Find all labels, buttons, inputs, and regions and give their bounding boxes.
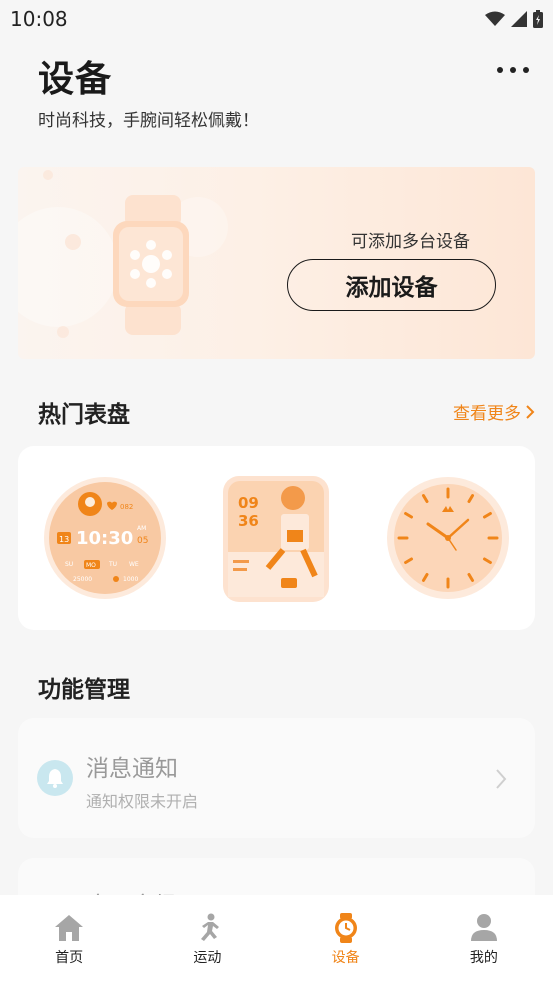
nav-label-device: 设备 bbox=[331, 950, 360, 966]
watch-faces-card: 082 13 10:30 AM 05 SU MO TU WE 25000 100… bbox=[18, 446, 535, 630]
features-title: 功能管理 bbox=[38, 677, 130, 703]
bottom-nav: 首页 运动 设备 我的 bbox=[0, 895, 553, 984]
face-steps: 25000 bbox=[73, 576, 92, 583]
hot-faces-title: 热门表盘 bbox=[38, 402, 130, 428]
more-dot-icon bbox=[497, 67, 503, 73]
face-minute: 36 bbox=[238, 512, 259, 530]
status-icons bbox=[485, 10, 543, 28]
nav-label-home: 首页 bbox=[55, 950, 84, 966]
notification-card[interactable]: 消息通知 通知权限未开启 bbox=[18, 718, 535, 838]
see-more-link[interactable]: 查看更多 bbox=[453, 399, 535, 424]
more-dot-icon bbox=[523, 67, 529, 73]
wifi-icon bbox=[485, 11, 505, 26]
watch-face-cartoon[interactable]: 09 36 bbox=[223, 476, 329, 602]
face-day-su: SU bbox=[65, 561, 73, 568]
runner-icon bbox=[201, 913, 220, 941]
notification-title: 消息通知 bbox=[86, 756, 178, 782]
nav-item-device[interactable]: 设备 bbox=[277, 895, 415, 984]
notification-subtitle: 通知权限未开启 bbox=[86, 792, 199, 811]
device-page: 10:08 设备 时尚科技，手腕间轻松佩戴！ 可添加多台设备 添加设备 热门表盘… bbox=[0, 0, 553, 984]
more-dot-icon bbox=[510, 67, 516, 73]
watch-face-digital[interactable]: 082 13 10:30 AM 05 SU MO TU WE 25000 100… bbox=[43, 476, 167, 600]
chevron-right-icon bbox=[496, 769, 507, 789]
status-bar: 10:08 bbox=[0, 0, 553, 38]
more-button[interactable] bbox=[497, 60, 529, 80]
nav-label-sport: 运动 bbox=[193, 950, 222, 966]
page-subtitle: 时尚科技，手腕间轻松佩戴！ bbox=[38, 111, 259, 131]
watch-face-analog[interactable] bbox=[386, 476, 510, 600]
face-date: 13 bbox=[59, 535, 69, 544]
banner-hint: 可添加多台设备 bbox=[351, 232, 470, 252]
signal-icon bbox=[511, 11, 527, 27]
watch-icon bbox=[334, 913, 357, 943]
add-device-banner: 可添加多台设备 添加设备 bbox=[18, 167, 535, 359]
person-icon bbox=[470, 914, 497, 941]
face-time: 10:30 bbox=[76, 528, 133, 549]
chevron-right-icon bbox=[526, 404, 535, 419]
see-more-label: 查看更多 bbox=[453, 404, 521, 424]
battery-icon bbox=[533, 10, 543, 28]
face-day-we: WE bbox=[129, 561, 139, 568]
nav-item-sport[interactable]: 运动 bbox=[138, 895, 276, 984]
face-temp-label: AM bbox=[137, 525, 146, 532]
bell-icon bbox=[37, 760, 73, 796]
home-icon bbox=[55, 915, 84, 941]
face-day-mo: MO bbox=[86, 562, 96, 569]
face-day-tu: TU bbox=[108, 561, 117, 568]
watch-illustration bbox=[113, 195, 189, 335]
face-kcal: 1000 bbox=[123, 576, 138, 583]
face-temp: 05 bbox=[137, 536, 148, 546]
nav-item-home[interactable]: 首页 bbox=[0, 895, 138, 984]
face-heart-rate: 082 bbox=[120, 503, 133, 511]
nav-item-me[interactable]: 我的 bbox=[415, 895, 553, 984]
add-device-button[interactable]: 添加设备 bbox=[287, 259, 496, 311]
status-time: 10:08 bbox=[10, 7, 68, 31]
page-title: 设备 bbox=[38, 59, 113, 100]
nav-label-me: 我的 bbox=[469, 950, 498, 966]
face-hour: 09 bbox=[238, 494, 259, 512]
